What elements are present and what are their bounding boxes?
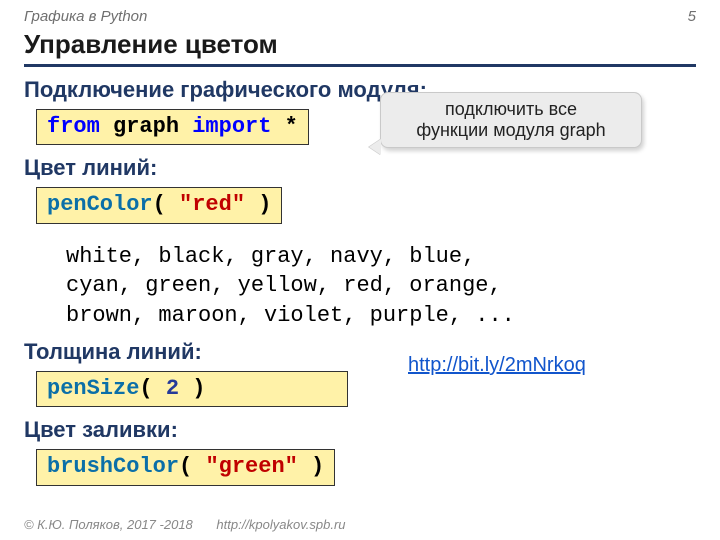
keyword-from: from [47,114,100,139]
code-import: from graph import * [36,109,309,145]
code-pencolor: penColor( "red" ) [36,187,282,223]
code-brushcolor: brushColor( "green" ) [36,449,335,485]
import-star: * [271,114,297,139]
topbar: Графика в Python 5 [24,8,696,25]
callout-import: подключить все функции модуля graph [380,92,642,148]
slide: Графика в Python 5 Управление цветом Под… [0,0,720,540]
section-pencolor-label: Цвет линий: [24,155,696,181]
paren-open: ( [153,192,179,217]
paren-open3: ( [179,454,205,479]
section-brushcolor-label: Цвет заливки: [24,417,696,443]
color-list-line3: brown, maroon, violet, purple, ... [66,301,696,331]
callout-line1: подключить все [391,99,631,120]
topbar-left: Графика в Python [24,8,147,25]
fn-brushcolor: brushColor [47,454,179,479]
footer-copyright: © К.Ю. Поляков, 2017 -2018 [24,517,193,532]
paren-close: ) [245,192,271,217]
title-divider [24,64,696,67]
paren-open2: ( [139,376,165,401]
paren-close2: ) [179,376,205,401]
fn-pensize: penSize [47,376,139,401]
arg-pencolor: "red" [179,192,245,217]
code-pensize: penSize( 2 ) [36,371,348,407]
reference-link[interactable]: http://bit.ly/2mNrkoq [408,354,586,377]
paren-close3: ) [298,454,324,479]
footer: © К.Ю. Поляков, 2017 -2018 http://kpolya… [24,517,346,532]
page-title: Управление цветом [24,29,696,60]
section-pensize-label: Толщина линий: [24,339,696,365]
fn-pencolor: penColor [47,192,153,217]
color-name-list: white, black, gray, navy, blue, cyan, gr… [66,242,696,331]
color-list-line1: white, black, gray, navy, blue, [66,242,696,272]
page-number: 5 [688,8,696,25]
color-list-line2: cyan, green, yellow, red, orange, [66,271,696,301]
arg-pensize: 2 [166,376,179,401]
callout-line2: функции модуля graph [391,120,631,141]
footer-link[interactable]: http://kpolyakov.spb.ru [216,517,345,532]
keyword-import: import [192,114,271,139]
module-name: graph [100,114,192,139]
arg-brushcolor: "green" [205,454,297,479]
